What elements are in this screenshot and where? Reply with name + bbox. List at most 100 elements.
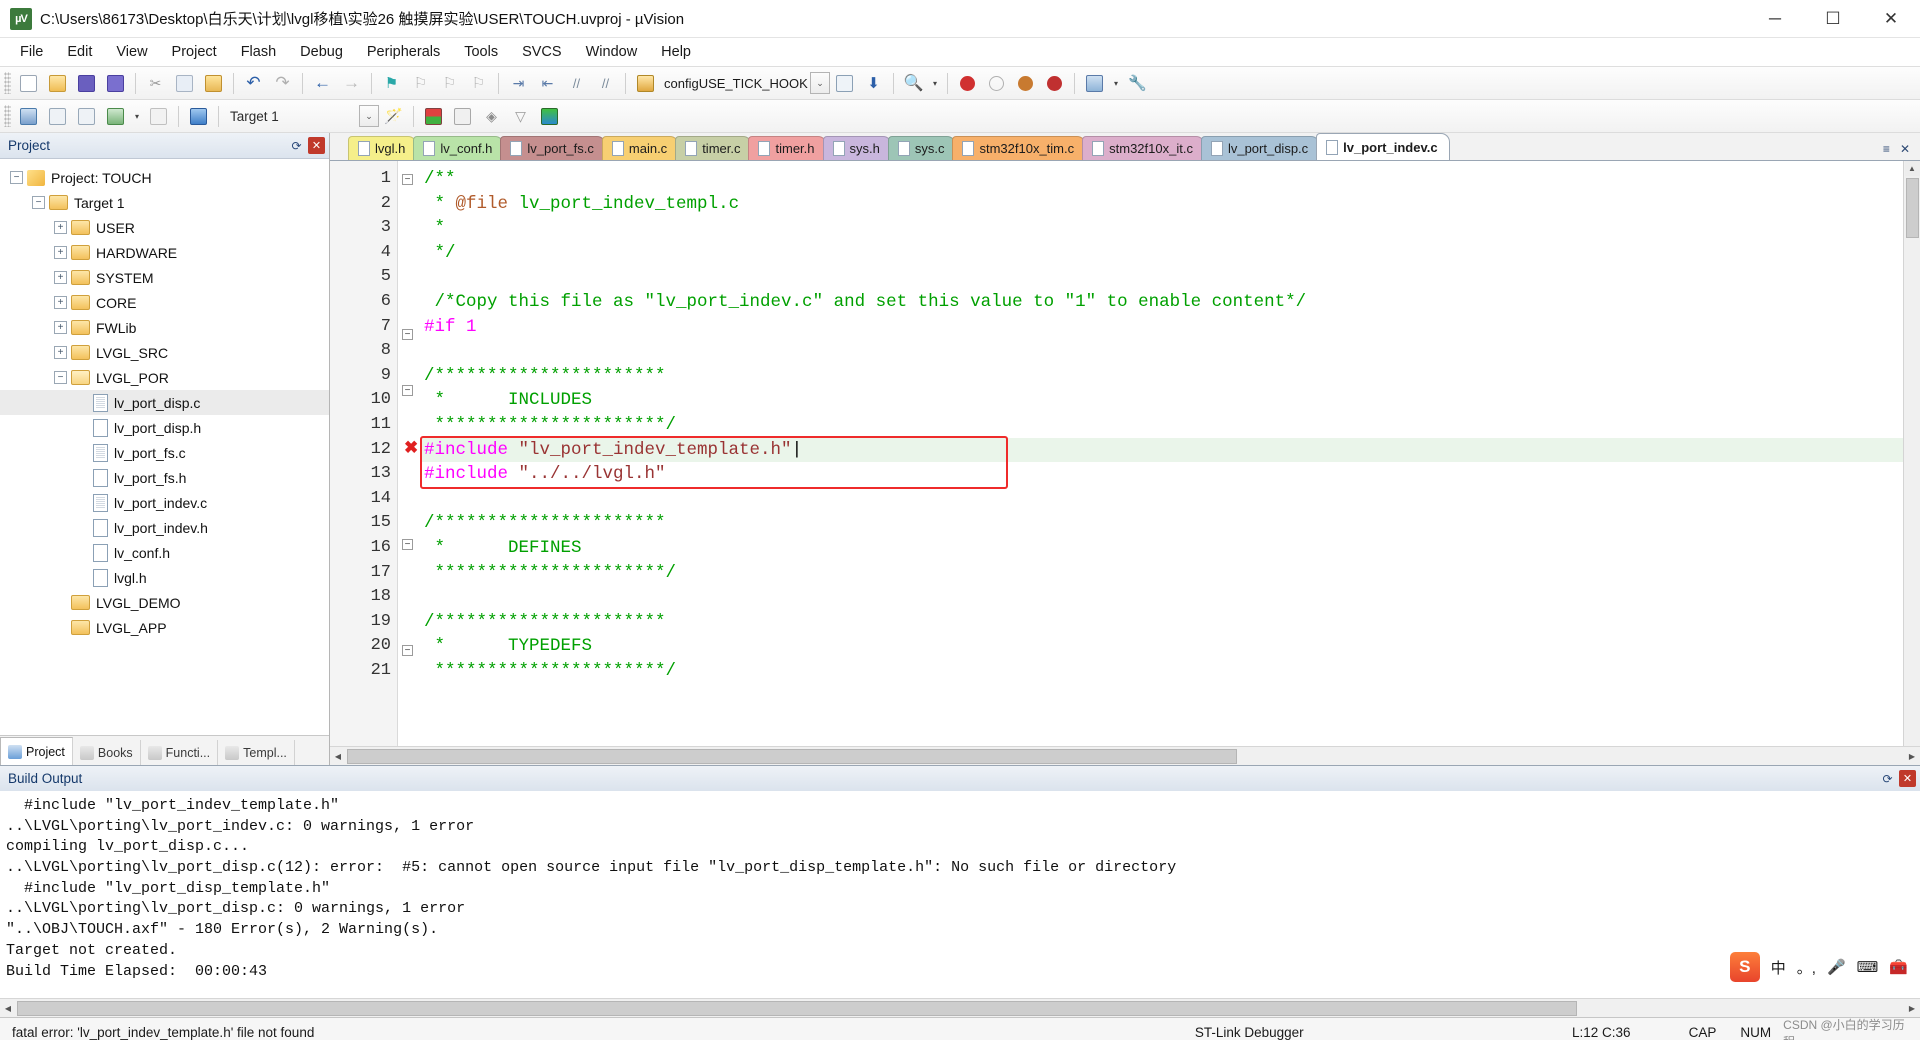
tree-node-project-touch[interactable]: − Project: TOUCH [0,165,329,190]
layout-dropdown-arrow[interactable]: ▾ [1109,70,1123,97]
tree-node-lv-port-fs-c[interactable]: lv_port_fs.c [0,440,329,465]
fold-toggle-icon[interactable]: − [402,174,413,185]
fold-toggle-icon[interactable]: − [402,328,413,340]
editor-tab-sys-c[interactable]: sys.c [887,136,957,160]
breakpoint-circle-icon[interactable] [982,70,1011,97]
tree-node-fwlib[interactable]: + FWLib [0,315,329,340]
menu-item-help[interactable]: Help [649,40,703,64]
bookmark-next-icon[interactable]: ⚐ [435,70,464,97]
code-area[interactable]: 1 2 3 4 5 6 7 8 9 10 11 12 13 14 15 16 17 18 19 20 21 − − − − − ✖… [330,160,1920,746]
fold-toggle-icon[interactable]: − [402,539,413,551]
download-icon[interactable] [184,103,213,130]
stop-build-icon[interactable] [144,103,173,130]
scroll-left-icon[interactable]: ◀ [330,748,346,765]
search-dropdown-arrow[interactable]: ⌄ [810,72,830,94]
code-line[interactable]: * DEFINES [420,536,1903,561]
search-input[interactable]: configUSE_TICK_HOOK [660,72,810,94]
window-layout-icon[interactable] [1080,70,1109,97]
code-line[interactable]: #if 1 [420,315,1903,340]
project-tab-templ[interactable]: Templ... [218,740,295,765]
code-text[interactable]: /** * @file lv_port_indev_templ.c * */ /… [420,161,1903,746]
code-line[interactable]: */ [420,241,1903,266]
code-line[interactable]: #include "../../lvgl.h" [420,462,1903,487]
build-hscroll-thumb[interactable] [17,1000,1577,1016]
code-line[interactable]: #include "lv_port_indev_template.h"| [420,437,1903,463]
expander-icon[interactable]: + [54,346,67,359]
editor-tab-sys-h[interactable]: sys.h [822,136,892,160]
editor-vertical-scrollbar[interactable]: ▲ [1903,161,1920,746]
toolbar-grip[interactable] [4,105,11,127]
expander-icon[interactable]: + [54,271,67,284]
code-line[interactable]: * @file lv_port_indev_templ.c [420,192,1903,217]
close-button[interactable]: ✕ [1862,0,1920,38]
menu-item-tools[interactable]: Tools [452,40,510,64]
mic-icon[interactable]: 🎤 [1827,958,1846,976]
editor-tab-lv-conf-h[interactable]: lv_conf.h [413,136,505,160]
code-line[interactable] [420,339,1903,364]
ime-punct-label[interactable]: 。, [1797,957,1816,978]
project-tab-functi[interactable]: Functi... [141,740,219,765]
batch-dropdown-arrow[interactable]: ▾ [130,103,144,130]
project-tab-project[interactable]: Project [0,737,73,765]
menu-item-peripherals[interactable]: Peripherals [355,40,452,64]
code-line[interactable]: **********************/ [420,659,1903,684]
configuration-wizard-icon[interactable]: ▽ [506,103,535,130]
build-pin-icon[interactable]: ⟳ [1879,770,1896,787]
editor-horizontal-scrollbar[interactable]: ◀ ▶ [330,746,1920,765]
disable-bp-icon[interactable] [1011,70,1040,97]
tree-node-core[interactable]: + CORE [0,290,329,315]
bookmark-prev-icon[interactable]: ⚐ [406,70,435,97]
manage-run-env-icon[interactable] [535,103,564,130]
code-line[interactable]: /********************** [420,364,1903,389]
configure-icon[interactable]: 🔧 [1123,70,1152,97]
menu-item-flash[interactable]: Flash [229,40,288,64]
code-line[interactable]: * TYPEDEFS [420,634,1903,659]
save-icon[interactable] [72,70,101,97]
bookmark-clear-icon[interactable]: ⚐ [464,70,493,97]
paste-icon[interactable] [199,70,228,97]
minimize-button[interactable]: ─ [1746,0,1804,38]
fold-toggle-icon[interactable]: − [402,644,413,656]
editor-tab-timer-c[interactable]: timer.c [675,136,753,160]
tree-node-lv-port-fs-h[interactable]: lv_port_fs.h [0,465,329,490]
hscroll-thumb[interactable] [347,748,1237,764]
pin-icon[interactable]: ⟳ [288,137,305,154]
insert-icon[interactable]: ⬇ [859,70,888,97]
expander-icon[interactable]: + [54,321,67,334]
expander-icon[interactable]: + [54,221,67,234]
undo-icon[interactable]: ↶ [239,70,268,97]
build-horizontal-scrollbar[interactable]: ◀ ▶ [0,998,1920,1017]
tree-node-lvgl-h[interactable]: lvgl.h [0,565,329,590]
kill-bp-icon[interactable] [1040,70,1069,97]
tree-node-lv-conf-h[interactable]: lv_conf.h [0,540,329,565]
code-line[interactable] [420,487,1903,512]
open-file-icon[interactable] [43,70,72,97]
code-line[interactable] [420,265,1903,290]
ime-mode-label[interactable]: 中 [1771,957,1786,978]
code-line[interactable]: **********************/ [420,413,1903,438]
cut-icon[interactable]: ✂ [141,70,170,97]
target-options-icon[interactable]: 🪄 [379,103,408,130]
toolbar-grip[interactable] [4,72,11,94]
copy-icon[interactable] [170,70,199,97]
code-line[interactable] [420,585,1903,610]
build-icon[interactable] [43,103,72,130]
code-fold-column[interactable]: − − − − − ✖ [398,161,420,746]
bookmark-toggle-icon[interactable]: ⚑ [377,70,406,97]
code-line[interactable]: /*Copy this file as "lv_port_indev.c" an… [420,290,1903,315]
forward-icon[interactable]: → [337,70,366,97]
multi-project-icon[interactable] [448,103,477,130]
outdent-icon[interactable]: ⇤ [533,70,562,97]
manage-project-icon[interactable] [419,103,448,130]
find-icon[interactable]: 🔍 [899,70,928,97]
tree-node-lvgl-por[interactable]: − LVGL_POR [0,365,329,390]
code-line[interactable]: /********************** [420,610,1903,635]
find-dropdown-arrow[interactable]: ▾ [928,70,942,97]
project-tab-books[interactable]: Books [73,740,141,765]
tree-node-hardware[interactable]: + HARDWARE [0,240,329,265]
code-line[interactable]: * [420,216,1903,241]
editor-tab-lvgl-h[interactable]: lvgl.h [348,136,418,160]
keyboard-icon[interactable]: ⌨ [1857,958,1879,976]
fold-toggle-icon[interactable]: − [402,384,413,396]
close-icon[interactable]: ✕ [308,137,325,154]
